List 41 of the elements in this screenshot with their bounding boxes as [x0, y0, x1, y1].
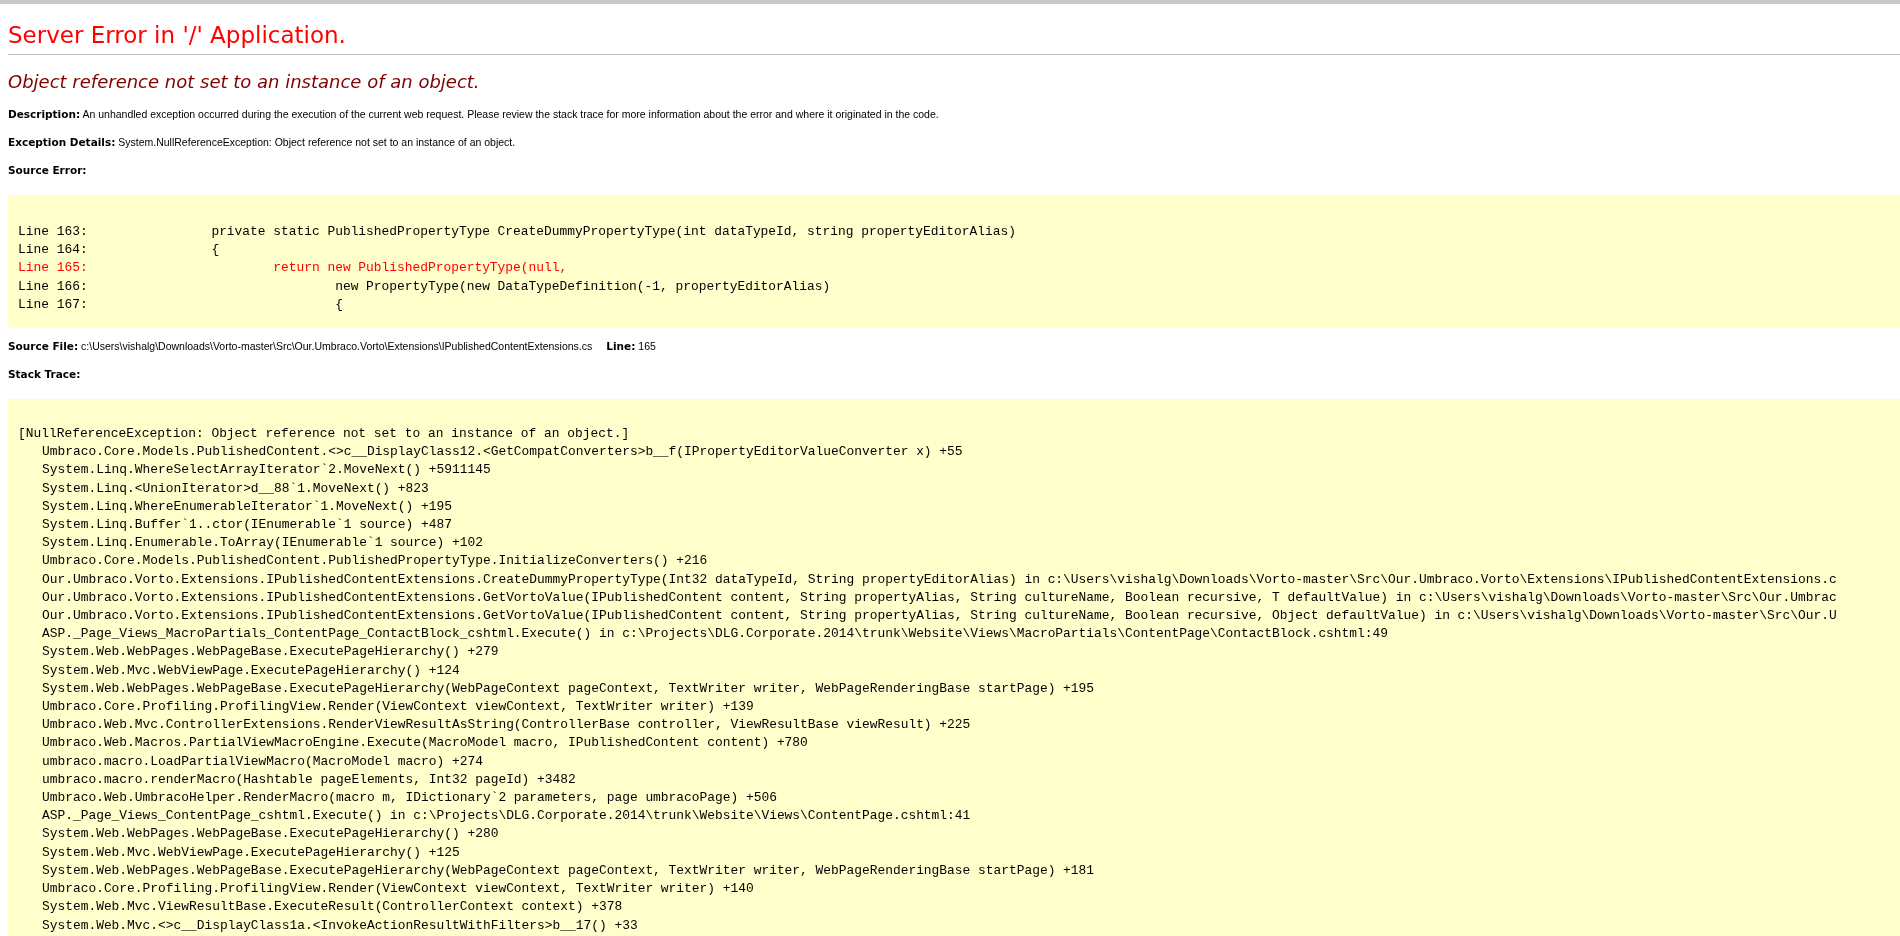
stack-trace-line: System.Linq.WhereSelectArrayIterator`2.MoveNext() +5911145 — [41, 461, 491, 480]
stack-trace-line: umbraco.macro.renderMacro(Hashtable pageElements, Int32 pageId) +3482 — [41, 770, 576, 789]
source-code-line: Line 167: { — [18, 295, 343, 314]
stack-trace-line: Our.Umbraco.Vorto.Extensions.IPublishedContentExtensions.GetVortoValue(IPublishedContent content, String propertyAlias, String cultureName, Boolean recursive, T defaultValue) in c:\Users\vishalg\Downloads\Vorto-master\Src\Our.Umbrac — [41, 588, 1837, 607]
page-title: Server Error in '/' Application. — [7, 21, 347, 50]
stack-trace-line: Umbraco.Web.Mvc.ControllerExtensions.RenderViewResultAsString(ControllerBase controller, ViewResultBase viewResult) +225 — [41, 716, 971, 735]
exception-details-text: Exception Details: System.NullReferenceException: Object reference not set to an instance of an object. — [8, 135, 517, 150]
stack-trace-line: System.Web.WebPages.WebPageBase.ExecutePageHierarchy(WebPageContext pageContext, TextWriter writer, WebPageRenderingBase startPage) +195 — [41, 679, 1095, 698]
error-message: Object reference not set to an instance of an object. — [7, 70, 481, 94]
source-code-line: Line 166: new PropertyType(new DataTypeDefinition(-1, propertyEditorAlias) — [18, 277, 831, 296]
stack-trace-line: Umbraco.Web.Macros.PartialViewMacroEngine.Execute(MacroModel macro, IPublishedContent content) +780 — [41, 734, 808, 753]
stack-trace-line: System.Linq.<UnionIterator>d__88`1.MoveNext() +823 — [41, 479, 429, 498]
stack-trace-line: ASP._Page_Views_ContentPage_cshtml.Execute() in c:\Projects\DLG.Corporate.2014\trunk\Website\Views\ContentPage.cshtml:41 — [41, 807, 971, 826]
section-label: Source Error: — [8, 163, 88, 178]
source-code-line: Line 165: return new PublishedPropertyType(null, — [18, 259, 568, 278]
stack-trace-line: Umbraco.Core.Models.PublishedContent.PublishedPropertyType.InitializeConverters() +216 — [41, 552, 708, 571]
stack-trace-line: Umbraco.Core.Profiling.ProfilingView.Render(ViewContext viewContext, TextWriter writer) +139 — [41, 698, 754, 717]
stack-trace-line: System.Web.Mvc.ViewResultBase.ExecuteResult(ControllerContext context) +378 — [41, 898, 623, 917]
line-number-text: Line: 165 — [606, 340, 656, 352]
stack-trace-line: System.Web.Mvc.WebViewPage.ExecutePageHierarchy() +124 — [41, 661, 460, 680]
source-code-line: Line 164: { — [18, 241, 220, 260]
stack-trace-line: System.Web.WebPages.WebPageBase.ExecutePageHierarchy(WebPageContext pageContext, TextWriter writer, WebPageRenderingBase startPage) +181 — [41, 861, 1095, 880]
stack-trace-line: System.Linq.WhereEnumerableIterator`1.MoveNext() +195 — [41, 497, 452, 516]
source-code-line: Line 163: private static PublishedPropertyType CreateDummyPropertyType(int dataTypeId, string propertyEditorAlias) — [18, 223, 1016, 241]
stack-trace-line: System.Linq.Enumerable.ToArray(IEnumerable`1 source) +102 — [41, 534, 483, 553]
source-file-text: Source File: c:\Users\vishalg\Downloads\Vorto-master\Src\Our.Umbraco.Vorto\Extensions\IPublishedContentExtensions.cs — [8, 340, 593, 352]
section-label: Stack Trace: — [8, 367, 82, 382]
stack-trace-line: System.Linq.Buffer`1..ctor(IEnumerable`1 source) +487 — [41, 516, 452, 535]
stack-trace-line: Umbraco.Core.Profiling.ProfilingView.Render(ViewContext viewContext, TextWriter writer) +140 — [41, 880, 754, 899]
stack-trace-line: Our.Umbraco.Vorto.Extensions.IPublishedContentExtensions.CreateDummyPropertyType(Int32 dataTypeId, String propertyEditorAlias) in c:\Users\vishalg\Downloads\Vorto-master\Src\Our.Umbraco.Vorto\Extensions\IPublishedContentExtensions.c — [41, 570, 1837, 589]
stack-trace-line: System.Web.WebPages.WebPageBase.ExecutePageHierarchy() +279 — [41, 643, 499, 662]
stack-trace-line: Umbraco.Core.Models.PublishedContent.<>c__DisplayClass12.<GetCompatConverters>b__f(IPropertyEditorValueConverter x) +55 — [41, 443, 963, 462]
stack-trace-line: Our.Umbraco.Vorto.Extensions.IPublishedContentExtensions.GetVortoValue(IPublishedContent content, String propertyAlias, String cultureName, Boolean recursive, Object defaultValue) in c:\Users\vishalg\Downloads\Vorto-master\Src\Our.U — [41, 607, 1837, 626]
stack-trace-line: System.Web.Mvc.WebViewPage.ExecutePageHierarchy() +125 — [41, 843, 460, 862]
stack-trace-line: System.Web.Mvc.<>c__DisplayClass1a.<InvokeActionResultWithFilters>b__17() +33 — [41, 916, 638, 935]
stack-trace-line: ASP._Page_Views_MacroPartials_ContentPage_ContactBlock_cshtml.Execute() in c:\Projects\DLG.Corporate.2014\trunk\Website\Views\MacroPartials\ContentPage\ContactBlock.cshtml:49 — [41, 625, 1388, 644]
stack-trace-line: Umbraco.Web.UmbracoHelper.RenderMacro(macro m, IDictionary`2 parameters, page umbracoPage) +506 — [41, 789, 777, 808]
description-text: Description: An unhandled exception occurred during the execution of the current web request. Please review the stack trace for more information about the error and where it originated in the code. — [8, 107, 940, 122]
stack-trace-line: umbraco.macro.LoadPartialViewMacro(MacroModel macro) +274 — [41, 752, 483, 771]
stack-trace-line: [NullReferenceException: Object reference not set to an instance of an object.] — [18, 425, 630, 443]
stack-trace-line: System.Web.WebPages.WebPageBase.ExecutePageHierarchy() +280 — [41, 825, 499, 844]
